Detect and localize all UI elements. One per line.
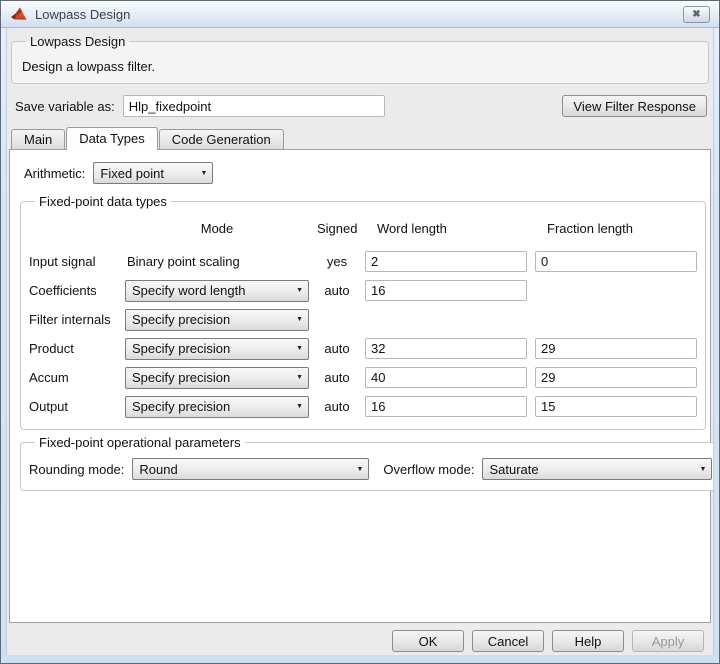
arithmetic-label: Arithmetic: (24, 166, 85, 181)
help-button[interactable]: Help (552, 630, 624, 652)
save-variable-input[interactable] (123, 95, 385, 117)
arithmetic-value: Fixed point (100, 166, 164, 181)
output-mode-value: Specify precision (132, 399, 230, 414)
column-header-mode: Mode (125, 221, 309, 236)
table-header-row: Mode Signed Word length Fraction length (29, 213, 697, 243)
dialog-description: Design a lowpass filter. (20, 59, 700, 74)
overflow-mode-label: Overflow mode: (383, 462, 474, 477)
cancel-button[interactable]: Cancel (472, 630, 544, 652)
arithmetic-row: Arithmetic: Fixed point ▼ (10, 150, 710, 192)
product-word-length-field[interactable] (365, 338, 527, 359)
title-bar[interactable]: Lowpass Design ✖ (1, 1, 719, 28)
output-signed-value: auto (317, 399, 357, 414)
overflow-mode-select[interactable]: Saturate ▼ (482, 458, 712, 480)
table-row: Input signal Binary point scaling yes (29, 247, 697, 276)
chevron-down-icon: ▼ (296, 287, 303, 294)
view-filter-response-button[interactable]: View Filter Response (562, 95, 707, 117)
row-label-input-signal: Input signal (29, 254, 117, 269)
footer-button-bar: OK Cancel Help Apply (7, 623, 713, 652)
output-mode-select[interactable]: Specify precision ▼ (125, 396, 309, 418)
column-header-word-length: Word length (365, 221, 527, 236)
tab-data-types[interactable]: Data Types (66, 127, 158, 150)
operational-parameters-title: Fixed-point operational parameters (35, 435, 245, 450)
input-signal-mode-text: Binary point scaling (125, 254, 309, 269)
accum-signed-value: auto (317, 370, 357, 385)
table-row: Output Specify precision ▼ auto (29, 392, 697, 421)
chevron-down-icon: ▼ (356, 466, 363, 473)
row-label-coefficients: Coefficients (29, 283, 117, 298)
save-variable-label: Save variable as: (15, 99, 115, 114)
input-signal-fraction-length-field[interactable] (535, 251, 697, 272)
accum-fraction-length-field[interactable] (535, 367, 697, 388)
header-group-title: Lowpass Design (26, 34, 129, 49)
fixed-point-data-types-title: Fixed-point data types (35, 194, 171, 209)
rounding-mode-label: Rounding mode: (29, 462, 124, 477)
chevron-down-icon: ▼ (296, 403, 303, 410)
product-mode-select[interactable]: Specify precision ▼ (125, 338, 309, 360)
tab-bar: Main Data Types Code Generation (11, 127, 713, 149)
apply-button[interactable]: Apply (632, 630, 704, 652)
data-types-tab-panel: Arithmetic: Fixed point ▼ Fixed-point da… (9, 149, 711, 623)
row-label-accum: Accum (29, 370, 117, 385)
output-word-length-field[interactable] (365, 396, 527, 417)
close-icon[interactable]: ✖ (683, 6, 710, 23)
chevron-down-icon: ▼ (200, 170, 207, 177)
dialog-content: Lowpass Design Design a lowpass filter. … (6, 28, 714, 655)
coefficients-mode-select[interactable]: Specify word length ▼ (125, 280, 309, 302)
overflow-mode-value: Saturate (489, 462, 538, 477)
dialog-window: Lowpass Design ✖ Lowpass Design Design a… (0, 0, 720, 664)
chevron-down-icon: ▼ (296, 374, 303, 381)
chevron-down-icon: ▼ (296, 345, 303, 352)
matlab-logo-icon (11, 7, 28, 22)
table-row: Product Specify precision ▼ auto (29, 334, 697, 363)
ok-button[interactable]: OK (392, 630, 464, 652)
coefficients-word-length-field[interactable] (365, 280, 527, 301)
output-fraction-length-field[interactable] (535, 396, 697, 417)
accum-mode-select[interactable]: Specify precision ▼ (125, 367, 309, 389)
filter-internals-mode-select[interactable]: Specify precision ▼ (125, 309, 309, 331)
coefficients-mode-value: Specify word length (132, 283, 245, 298)
chevron-down-icon: ▼ (700, 466, 707, 473)
accum-mode-value: Specify precision (132, 370, 230, 385)
rounding-mode-value: Round (139, 462, 177, 477)
table-row: Filter internals Specify precision ▼ (29, 305, 697, 334)
coefficients-signed-value: auto (317, 283, 357, 298)
chevron-down-icon: ▼ (296, 316, 303, 323)
column-header-signed: Signed (317, 221, 357, 236)
filter-internals-mode-value: Specify precision (132, 312, 230, 327)
column-header-fraction-length: Fraction length (535, 221, 697, 236)
product-mode-value: Specify precision (132, 341, 230, 356)
header-group: Lowpass Design Design a lowpass filter. (11, 34, 709, 84)
fixed-point-data-types-group: Fixed-point data types Mode Signed Word … (20, 194, 706, 430)
input-signal-word-length-field[interactable] (365, 251, 527, 272)
accum-word-length-field[interactable] (365, 367, 527, 388)
rounding-mode-select[interactable]: Round ▼ (132, 458, 369, 480)
product-fraction-length-field[interactable] (535, 338, 697, 359)
row-label-product: Product (29, 341, 117, 356)
table-row: Coefficients Specify word length ▼ auto (29, 276, 697, 305)
table-row: Accum Specify precision ▼ auto (29, 363, 697, 392)
product-signed-value: auto (317, 341, 357, 356)
operational-parameters-row: Rounding mode: Round ▼ Overflow mode: Sa… (29, 458, 712, 480)
save-variable-row: Save variable as: View Filter Response (15, 94, 707, 118)
input-signal-signed-value: yes (317, 254, 357, 269)
tab-main[interactable]: Main (11, 129, 65, 149)
window-title: Lowpass Design (35, 7, 130, 22)
operational-parameters-group: Fixed-point operational parameters Round… (20, 435, 714, 491)
tab-code-generation[interactable]: Code Generation (159, 129, 284, 149)
row-label-filter-internals: Filter internals (29, 312, 117, 327)
row-label-output: Output (29, 399, 117, 414)
arithmetic-select[interactable]: Fixed point ▼ (93, 162, 213, 184)
